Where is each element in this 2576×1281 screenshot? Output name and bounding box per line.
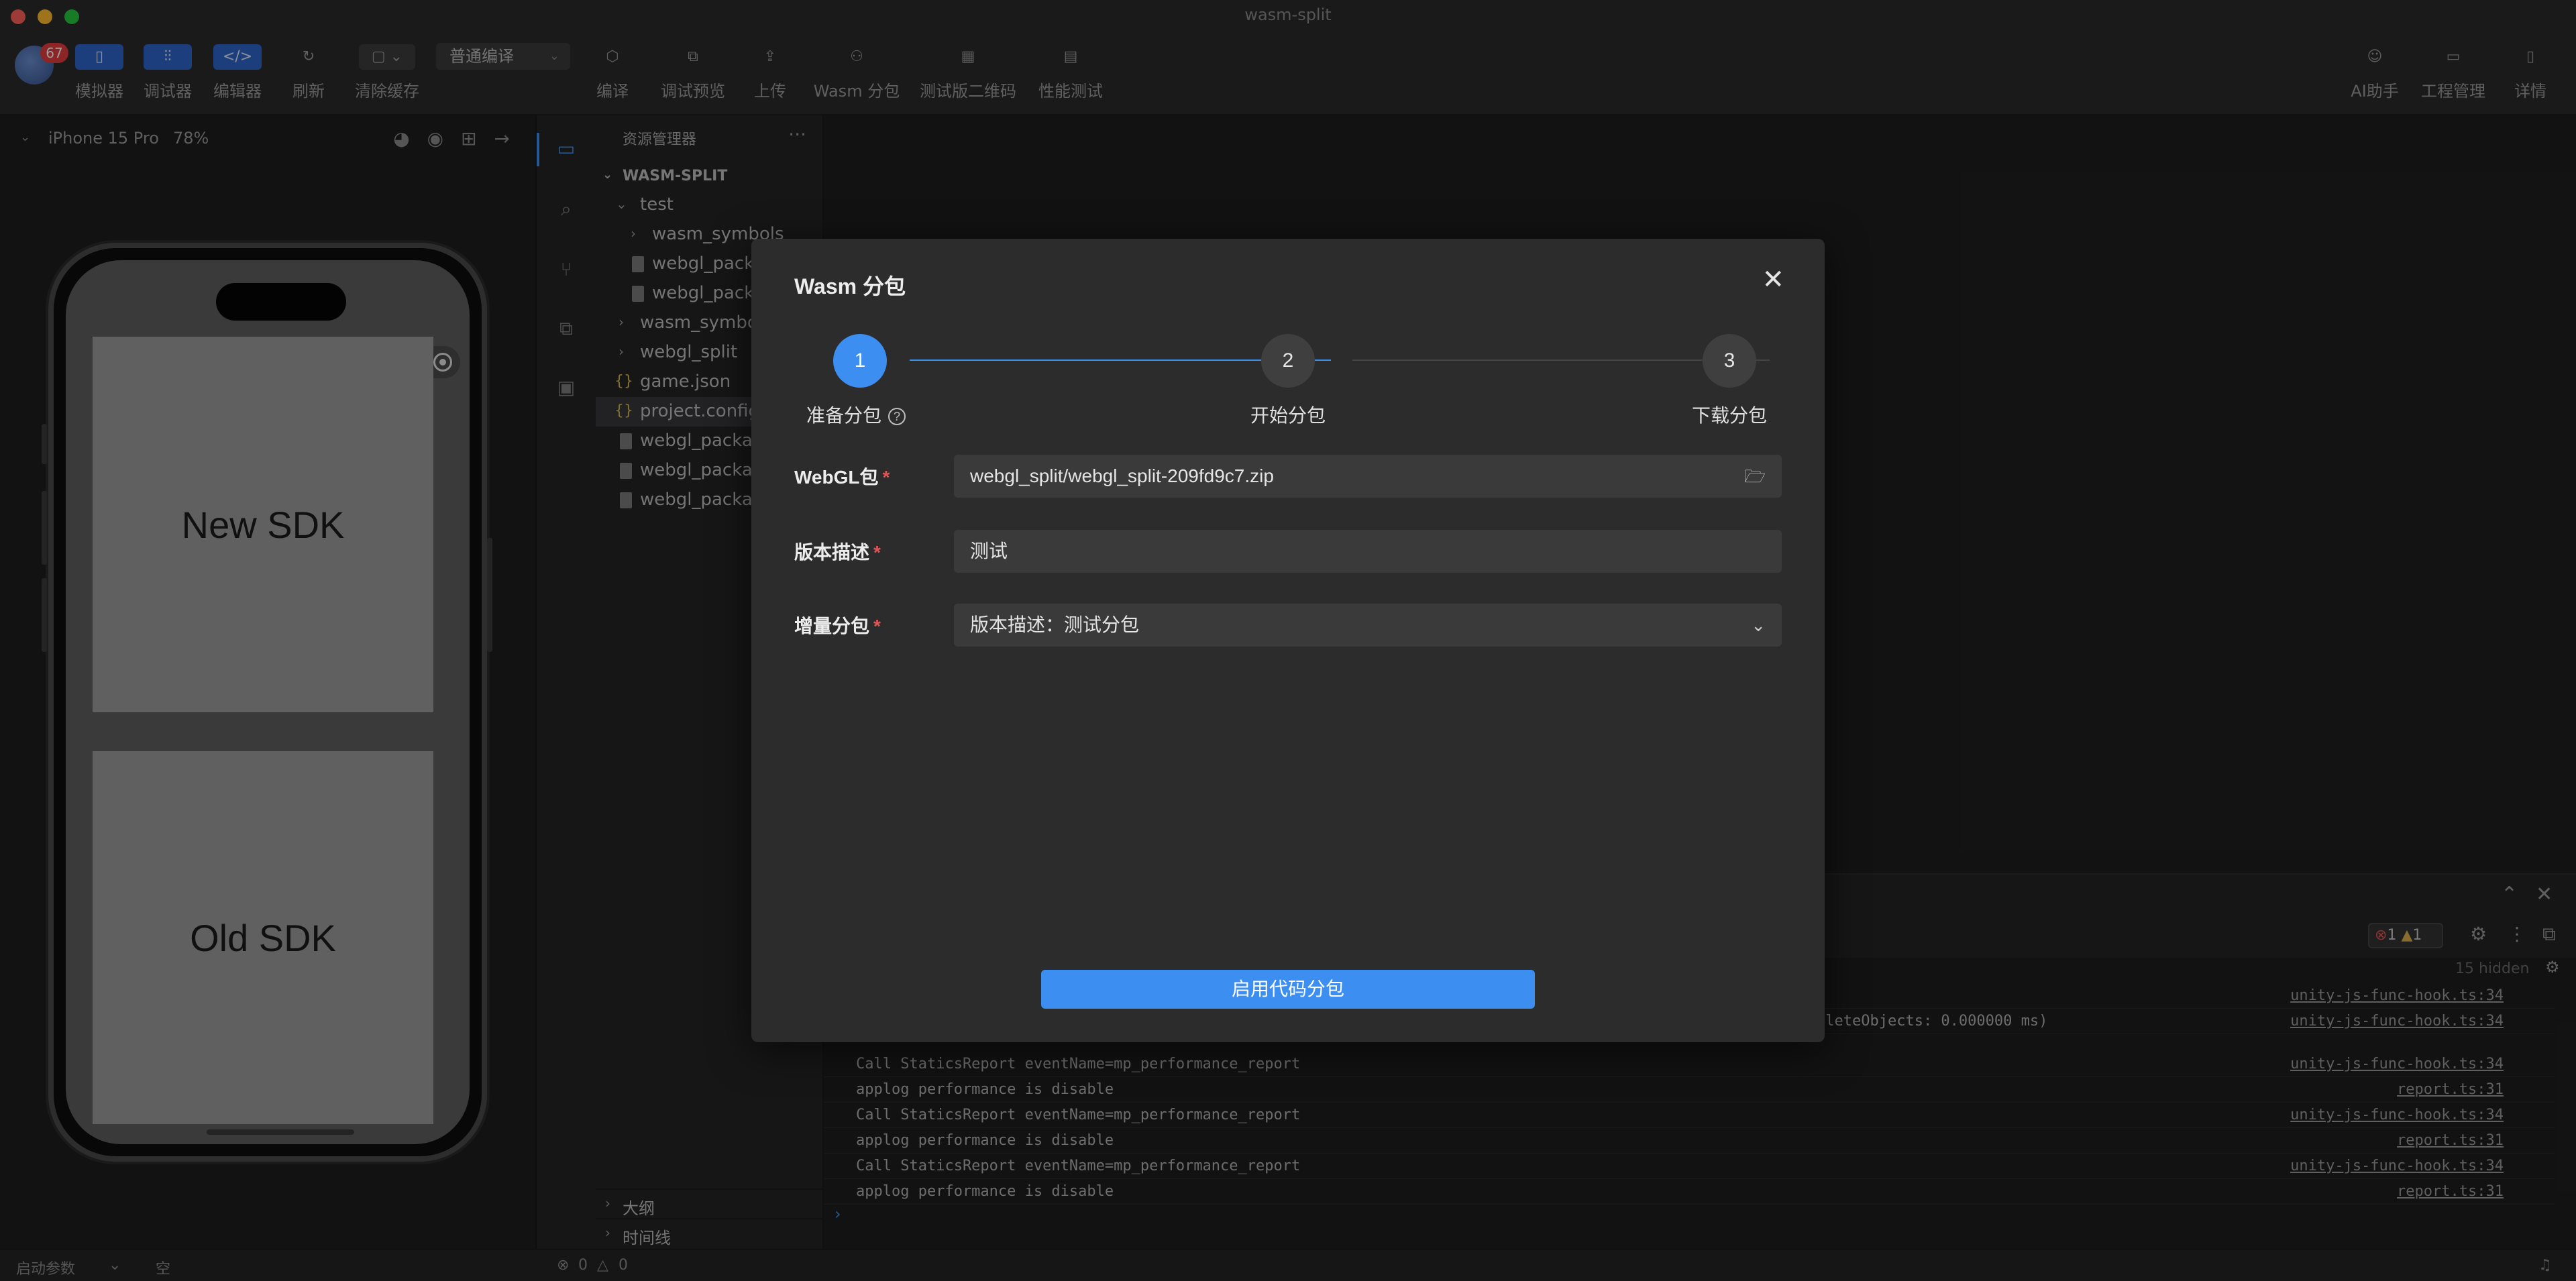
step-3-label: 下载分包	[1692, 405, 1768, 426]
step-3-indicator: 3	[1703, 334, 1756, 388]
required-mark: *	[873, 542, 881, 563]
help-icon[interactable]: ?	[888, 408, 906, 425]
version-description-input[interactable]: 测试	[954, 530, 1782, 573]
close-icon[interactable]: ✕	[1762, 264, 1784, 295]
dialog-title: Wasm 分包	[794, 274, 906, 298]
webgl-package-field[interactable]: webgl_split/webgl_split-209fd9c7.zip 🗁	[954, 455, 1782, 498]
wasm-split-dialog: Wasm 分包 ✕ 1 2 3 准备分包? 开始分包 下载分包 WebGL包 * …	[751, 239, 1825, 1042]
step-2-indicator: 2	[1261, 334, 1315, 388]
step-1-label: 准备分包?	[806, 401, 906, 428]
webgl-package-label: WebGL包 *	[794, 467, 890, 488]
incremental-package-select[interactable]: 版本描述：测试分包 ⌄	[954, 604, 1782, 647]
required-mark: *	[873, 616, 881, 636]
step-2-label: 开始分包	[1250, 405, 1326, 426]
step-1-indicator: 1	[833, 334, 887, 388]
required-mark: *	[882, 467, 890, 488]
chevron-down-icon: ⌄	[1751, 615, 1766, 635]
folder-open-icon[interactable]: 🗁	[1744, 455, 1766, 498]
enable-code-split-button[interactable]: 启用代码分包	[1041, 970, 1535, 1009]
version-description-label: 版本描述 *	[794, 542, 881, 563]
incremental-package-label: 增量分包 *	[794, 616, 881, 636]
